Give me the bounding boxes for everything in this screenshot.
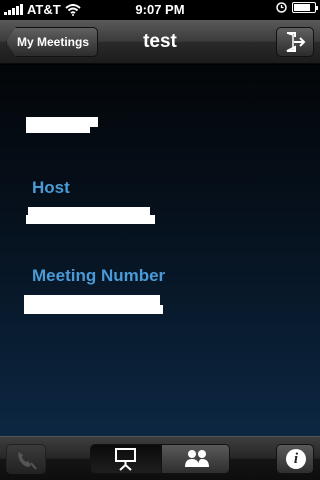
- presentation-screen-icon: [115, 448, 136, 471]
- alarm-clock-icon: [276, 2, 287, 13]
- status-time: 9:07 PM: [135, 2, 185, 17]
- my-meetings-back-button[interactable]: My Meetings: [6, 27, 98, 57]
- phone-disabled-icon: [18, 452, 37, 470]
- view-segmented-control: [90, 444, 230, 474]
- host-label: Host: [32, 178, 70, 197]
- meeting-number-value-redacted-line: [24, 305, 163, 314]
- leave-meeting-button[interactable]: [276, 27, 314, 57]
- bottom-toolbar: i: [0, 436, 320, 480]
- meeting-number-value-redacted: [24, 295, 160, 305]
- battery-icon: [292, 2, 318, 13]
- info-icon: i: [286, 449, 306, 469]
- presentation-view-tab[interactable]: [91, 445, 161, 473]
- info-button[interactable]: i: [276, 444, 314, 474]
- exit-door-icon: [286, 32, 306, 52]
- participants-view-tab[interactable]: [161, 445, 229, 473]
- participants-icon: [185, 450, 209, 467]
- status-bar: AT&T 9:07 PM: [0, 0, 320, 20]
- host-value-redacted-line: [26, 215, 155, 224]
- meeting-number-label: Meeting Number: [32, 266, 166, 285]
- meeting-title-redacted-line: [26, 125, 90, 133]
- call-button[interactable]: [6, 444, 46, 474]
- page-title: test: [143, 31, 177, 52]
- navigation-bar: My Meetings test: [0, 20, 320, 64]
- status-right: [276, 2, 318, 13]
- meeting-details-panel: Host Meeting Number: [0, 65, 320, 436]
